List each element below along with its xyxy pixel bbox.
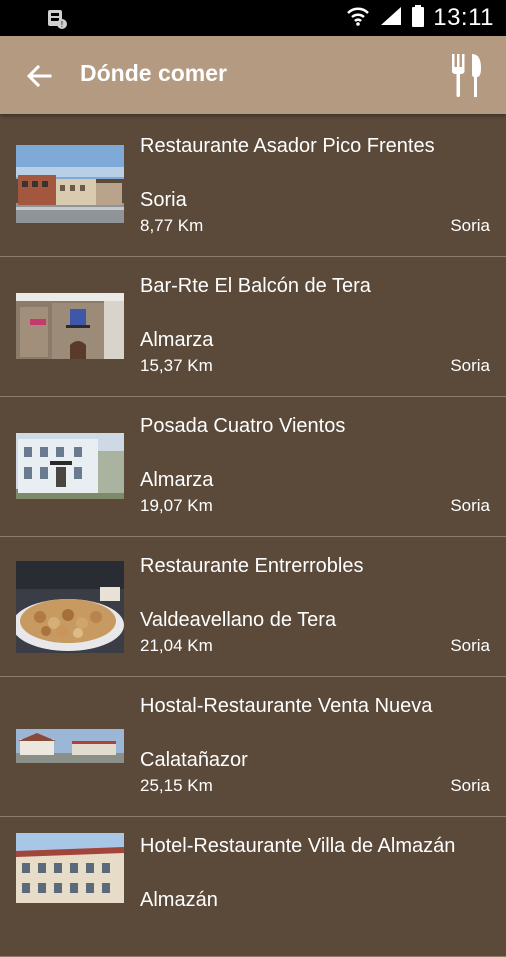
- battery-icon: [411, 4, 425, 33]
- restaurant-province: Soria: [450, 356, 490, 375]
- list-item[interactable]: Restaurante Entrerrobles Valdeavellano d…: [0, 537, 506, 677]
- restaurant-province: Soria: [450, 496, 490, 515]
- restaurant-photo: [16, 833, 124, 903]
- restaurant-distance: 8,77 Km: [140, 216, 204, 235]
- list-item[interactable]: Hostal-Restaurante Venta Nueva Calatañaz…: [0, 677, 506, 817]
- restaurant-photo: [16, 293, 124, 359]
- restaurant-photo: [16, 145, 124, 223]
- restaurant-list: Restaurante Asador Pico Frentes Soria 8,…: [0, 117, 506, 957]
- status-bar: ! 13:11: [0, 0, 506, 36]
- list-item[interactable]: Posada Cuatro Vientos Almarza 19,07 Km S…: [0, 397, 506, 537]
- restaurant-name: Restaurante Entrerrobles: [140, 555, 364, 577]
- restaurant-distance: 19,07 Km: [140, 496, 213, 515]
- restaurant-distance: 15,37 Km: [140, 356, 213, 375]
- restaurant-distance: 21,04 Km: [140, 636, 213, 655]
- restaurant-province: Soria: [450, 776, 490, 795]
- restaurant-distance: 25,15 Km: [140, 776, 213, 795]
- page-title: Dónde comer: [80, 60, 227, 86]
- restaurant-province: Soria: [450, 636, 490, 655]
- restaurant-photo: [16, 729, 124, 763]
- list-item[interactable]: Hotel-Restaurante Villa de Almazán Almaz…: [0, 817, 506, 957]
- restaurant-name: Restaurante Asador Pico Frentes: [140, 135, 435, 157]
- fork-knife-icon: [452, 54, 481, 97]
- restaurant-name: Posada Cuatro Vientos: [140, 415, 346, 437]
- restaurant-town: Soria: [140, 189, 187, 211]
- sim-card-icon: !: [46, 8, 68, 35]
- restaurant-province: Soria: [450, 216, 490, 235]
- wifi-icon: [345, 4, 371, 33]
- restaurant-town: Almazán: [140, 889, 218, 911]
- restaurant-menu-button[interactable]: [450, 50, 484, 100]
- restaurant-town: Almarza: [140, 329, 214, 351]
- svg-text:!: !: [61, 20, 63, 29]
- restaurant-town: Calatañazor: [140, 749, 248, 771]
- back-button[interactable]: [24, 60, 56, 92]
- restaurant-name: Bar-Rte El Balcón de Tera: [140, 275, 371, 297]
- restaurant-town: Almarza: [140, 469, 214, 491]
- restaurant-name: Hotel-Restaurante Villa de Almazán: [140, 835, 456, 857]
- list-item[interactable]: Restaurante Asador Pico Frentes Soria 8,…: [0, 117, 506, 257]
- list-item[interactable]: Bar-Rte El Balcón de Tera Almarza 15,37 …: [0, 257, 506, 397]
- restaurant-photo: [16, 433, 124, 499]
- restaurant-name: Hostal-Restaurante Venta Nueva: [140, 695, 433, 717]
- restaurant-photo: [16, 561, 124, 653]
- signal-icon: [379, 5, 403, 32]
- restaurant-town: Valdeavellano de Tera: [140, 609, 337, 631]
- status-clock: 13:11: [433, 4, 494, 31]
- app-bar: Dónde comer: [0, 36, 506, 114]
- arrow-back-icon: [26, 64, 52, 88]
